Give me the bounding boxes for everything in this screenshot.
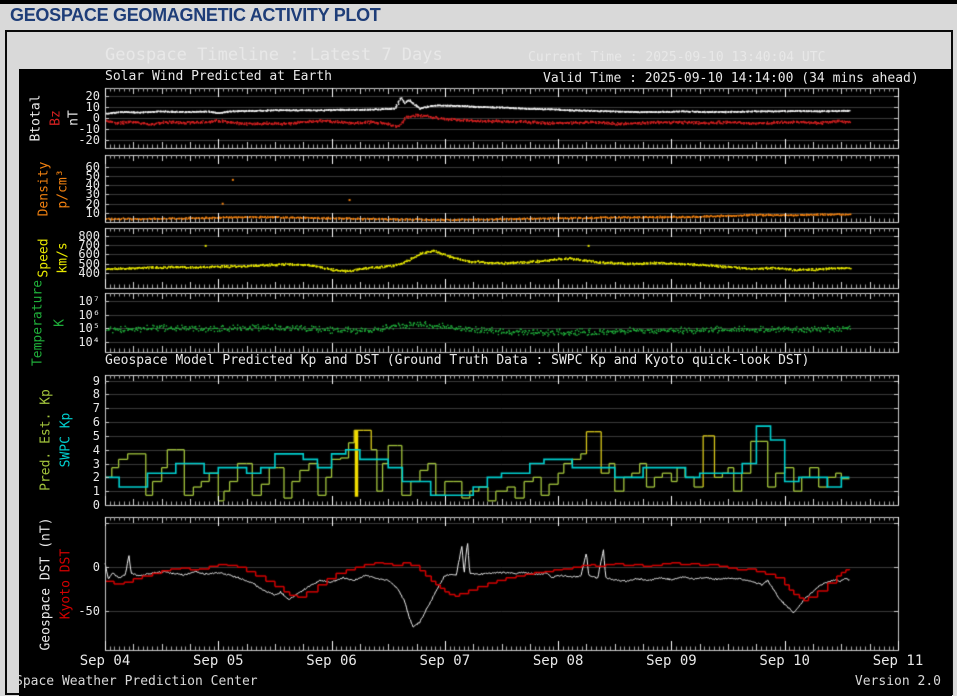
x-axis-label: Sep 04 (79, 653, 131, 669)
chart-canvas (0, 0, 957, 696)
chart-title: Geospace Timeline : Latest 7 Days (105, 45, 443, 65)
footer-credit: Space Weather Prediction Center (15, 674, 258, 689)
axis-label-mag: Bz (48, 110, 64, 126)
x-axis-label: Sep 11 (872, 653, 924, 669)
footer-version: Version 2.0 (854, 674, 941, 689)
y-tick-label: 9 (92, 373, 100, 388)
axis-label-dst: Geospace DST (nT) (38, 516, 54, 651)
axis-label-speed: km/s (55, 242, 71, 274)
axis-label-speed: Speed (36, 238, 52, 278)
axis-label-mag: Btotal (28, 94, 44, 142)
x-axis-label: Sep 05 (192, 653, 244, 669)
x-axis-label: Sep 07 (419, 653, 471, 669)
kp-dst-section-title: Geospace Model Predicted Kp and DST (Gro… (105, 353, 810, 368)
axis-label-kp: SWPC Kp (58, 412, 74, 468)
axis-label-temp: K (52, 318, 68, 327)
axis-label-dst: Kyoto DST (58, 548, 74, 619)
x-axis-label: Sep 06 (306, 653, 357, 669)
chart-subtitle: Solar Wind Predicted at Earth (105, 69, 332, 84)
current-time-label: Current Time : 2025-09-10 13:40:04 UTC (528, 50, 826, 65)
axis-label-density: Density (36, 161, 52, 216)
geospace-activity-page: GEOSPACE GEOMAGNETIC ACTIVITY PLOT Geosp… (0, 0, 957, 696)
x-axis-label: Sep 10 (759, 653, 810, 669)
x-axis-label: Sep 08 (532, 653, 584, 669)
valid-time-label: Valid Time : 2025-09-10 14:14:00 (34 min… (543, 71, 919, 86)
y-tick-label: 0 (92, 498, 100, 512)
axis-label-temp: Temperature (30, 279, 46, 366)
axis-label-kp: Pred. Est. Kp (38, 389, 54, 491)
x-axis-label: Sep 09 (646, 653, 697, 669)
axis-label-mag: nT (66, 110, 82, 126)
axis-label-density: p/cm³ (55, 168, 71, 209)
